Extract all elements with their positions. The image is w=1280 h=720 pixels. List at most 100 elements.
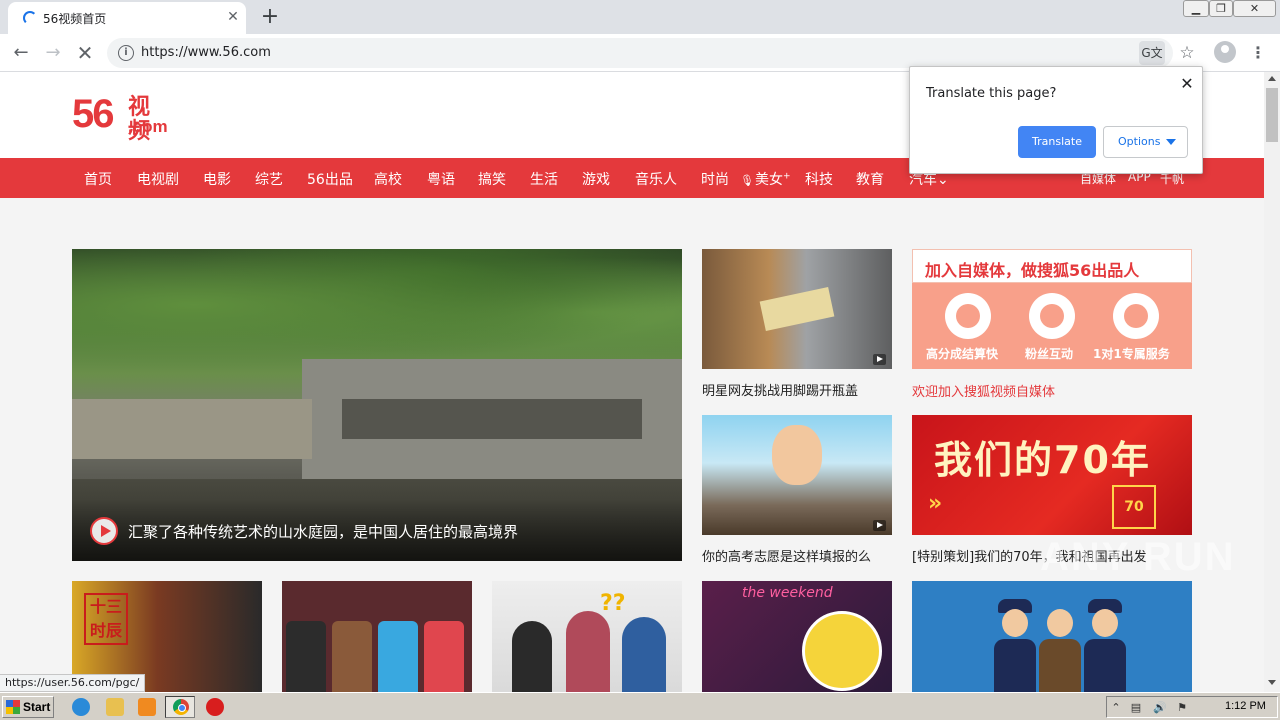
hero-image-wall [72,399,312,459]
windows-taskbar: Start ⌃ ▤ 🔊 ⚑ 1:12 PM [0,692,1280,720]
video-play-icon [873,354,886,365]
neon-sign: the weekend [742,585,833,601]
browser-menu-icon[interactable]: ⋮ [1248,41,1268,65]
chrome-icon [173,699,189,715]
stop-loading-button[interactable]: ✕ [72,40,98,66]
folder-icon[interactable] [106,698,124,716]
video-thumbnail[interactable]: ?? [492,581,682,692]
profile-avatar-icon[interactable] [1214,41,1236,63]
video-thumbnail[interactable] [912,581,1192,692]
network-icon[interactable]: ▤ [1129,701,1143,715]
nav-item-variety[interactable]: 综艺 [255,169,283,189]
video-title[interactable]: 你的高考志愿是这样填报的么 [702,546,871,565]
tab-title: 56视频首页 [43,12,107,26]
forward-button[interactable]: → [40,40,66,66]
popup-title: Translate this page? [926,86,1057,101]
media-player-icon[interactable] [138,698,156,716]
window-restore-button[interactable]: ❐ [1209,0,1233,17]
hero-caption[interactable]: 汇聚了各种传统艺术的山水庭园，是中国人居住的最高境界 [128,521,518,542]
nav-item-musicians[interactable]: 音乐人 [635,169,677,189]
site-info-icon[interactable]: i [118,45,134,61]
url-text[interactable]: https://www.56.com [141,45,271,60]
screen: 56视频首页 ✕ + ▁ ❐ ✕ ← → ✕ i https://www.56.… [0,0,1280,720]
chevron-down-icon: ⌄ [937,172,949,188]
nav-item-fashion[interactable]: 时尚 [701,169,729,189]
scroll-up-icon[interactable] [1268,76,1276,81]
self-media-banner[interactable]: 加入自媒体，做搜狐56出品人 高分成结算快 粉丝互动 1对1专属服务 [912,249,1192,369]
banner-link[interactable]: 欢迎加入搜狐视频自媒体 [912,381,1055,400]
banner-title: 加入自媒体，做搜狐56出品人 [925,261,1140,280]
video-thumbnail[interactable]: the weekend [702,581,892,692]
video-title[interactable]: 明星网友挑战用脚踢开瓶盖 [702,380,858,399]
video-thumbnail[interactable] [282,581,472,692]
window-minimize-button[interactable]: ▁ [1183,0,1209,17]
feature-label: 1对1专属服务 [1093,347,1170,361]
window-close-button[interactable]: ✕ [1233,0,1276,17]
clock[interactable]: 1:12 PM [1225,700,1266,712]
new-tab-button[interactable]: + [257,4,283,30]
service-icon [1113,293,1159,339]
nav-item-education[interactable]: 教育 [856,169,884,189]
tray-expand-icon[interactable]: ⌃ [1109,701,1123,715]
logo-number: 56 [72,92,114,136]
action-center-flag-icon[interactable]: ⚑ [1175,701,1189,715]
tab-close-icon[interactable]: ✕ [224,8,242,26]
video-thumbnail[interactable] [702,249,892,369]
back-button[interactable]: ← [8,40,34,66]
translate-icon[interactable]: G文 [1139,41,1165,65]
70th-anniversary-banner[interactable]: 我们的70年 » 70 [912,415,1192,535]
title-seal: 十三 时辰 [84,593,128,645]
video-play-icon [873,520,886,531]
thumbnail-image [512,621,552,692]
nav-item-56-originals[interactable]: 56出品 [307,169,353,189]
scrollbar-thumb[interactable] [1266,88,1278,142]
chat-bubble-icon [1029,293,1075,339]
volume-icon[interactable]: 🔊 [1153,701,1167,715]
translate-popup: Translate this page? ✕ Translate Options [909,66,1203,174]
internet-explorer-icon[interactable] [72,698,90,716]
nav-item-life[interactable]: 生活 [530,169,558,189]
chevron-down-icon [1166,139,1176,145]
nav-item-home[interactable]: 首页 [84,169,112,189]
thumbnail-image [802,611,882,691]
nav-item-tech[interactable]: 科技 [805,169,833,189]
thumbnail-image [1082,595,1128,692]
logo-domain: .com [128,117,168,136]
play-icon[interactable] [90,517,118,545]
tab-56-home[interactable]: 56视频首页 ✕ [8,2,246,34]
nav-item-cantonese[interactable]: 粤语 [427,169,455,189]
nav-item-games[interactable]: 游戏 [582,169,610,189]
system-tray: ⌃ ▤ 🔊 ⚑ 1:12 PM [1106,696,1278,718]
nav-item-campus[interactable]: 高校 [374,169,402,189]
thumbnail-image [1037,595,1083,692]
options-dropdown[interactable]: Options [1103,126,1188,158]
thumbnail-image [622,617,666,692]
banner-title: 我们的70年 [934,438,1151,482]
scroll-down-icon[interactable] [1268,680,1276,685]
nav-item-auto-label: 汽车 [909,172,937,188]
double-chevron-icon: » [928,491,943,516]
feature-label: 粉丝互动 [1025,347,1074,361]
address-bar[interactable]: i https://www.56.com G文 ☆ [107,38,1195,68]
nav-item-funny[interactable]: 搞笑 [478,169,506,189]
thumbnail-image [992,595,1038,692]
bookmark-star-icon[interactable]: ☆ [1175,41,1199,65]
start-button[interactable]: Start [2,696,54,718]
nav-item-movie[interactable]: 电影 [203,169,231,189]
nav-item-tv[interactable]: 电视剧 [137,169,179,189]
thumbnail-image [566,611,610,692]
opera-icon[interactable] [206,698,224,716]
video-thumbnail[interactable] [702,415,892,535]
question-mark-icon: ?? [600,591,626,616]
anyrun-watermark: ANY RUN [1040,535,1236,579]
chrome-taskbar-button[interactable] [165,696,195,718]
nav-item-beauty[interactable]: 🎙美女+ [740,169,791,189]
start-label: Start [23,700,51,714]
vertical-scrollbar[interactable] [1264,72,1280,692]
earnings-icon [945,293,991,339]
hero-video[interactable]: 汇聚了各种传统艺术的山水庭园，是中国人居住的最高境界 [72,249,682,561]
loading-spinner-icon [23,11,37,25]
thumbnail-image [332,621,372,692]
translate-button[interactable]: Translate [1018,126,1096,158]
close-icon[interactable]: ✕ [1178,75,1196,93]
